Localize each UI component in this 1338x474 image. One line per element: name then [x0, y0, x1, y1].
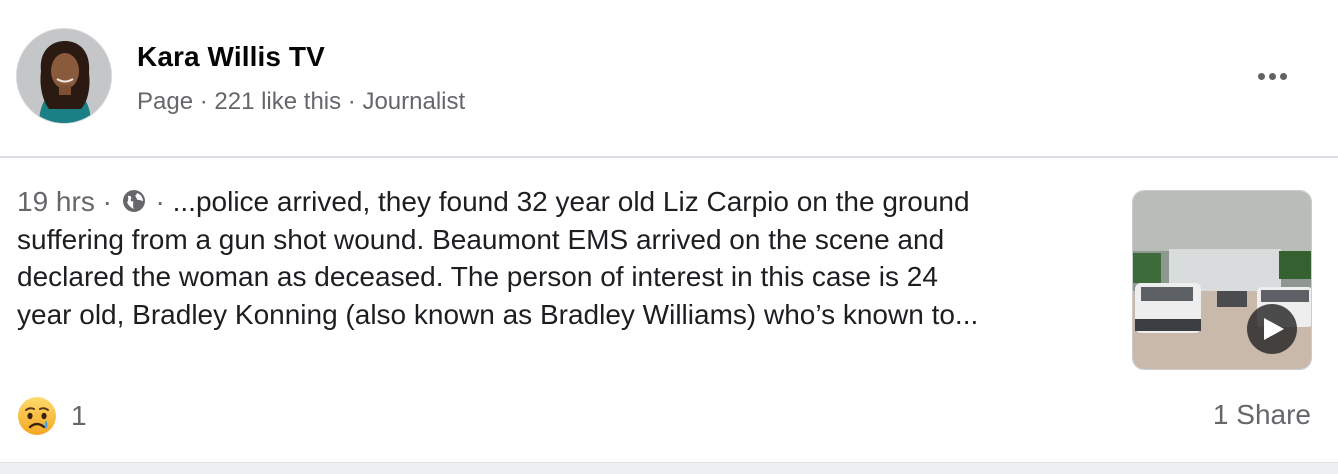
reaction-count: 1	[71, 400, 87, 431]
meta-separator: ·	[94, 186, 120, 217]
post-text-line: ...police arrived, they found 32 year ol…	[172, 186, 970, 217]
more-dot-icon	[1279, 72, 1287, 80]
post-text: 19 hrs · · ...police arrived, they found…	[17, 183, 1077, 333]
globe-icon[interactable]	[122, 189, 146, 213]
post-header: Kara Willis TV Page · 221 like this · Jo…	[0, 0, 1338, 156]
play-icon	[1264, 318, 1284, 340]
post-text-line: year old, Bradley Konning (also known as…	[17, 298, 979, 330]
video-thumbnail[interactable]	[1132, 190, 1312, 370]
divider	[0, 156, 1338, 158]
post-time[interactable]: 19 hrs	[17, 186, 95, 217]
avatar[interactable]	[16, 28, 112, 124]
card-bottom-edge	[0, 462, 1338, 474]
post-text-line: declared the woman as deceased. The pers…	[17, 261, 938, 292]
page-name[interactable]: Kara Willis TV	[137, 41, 325, 73]
page-meta: Page · 221 like this · Journalist	[137, 88, 466, 115]
avatar-image	[17, 29, 111, 123]
post-card: Kara Willis TV Page · 221 like this · Jo…	[0, 0, 1338, 474]
more-dot-icon	[1257, 72, 1265, 80]
share-count-link[interactable]: 1 Share	[1213, 399, 1311, 431]
more-options-button[interactable]	[1244, 58, 1300, 94]
sad-face-icon	[18, 397, 56, 435]
post-text-line: suffering from a gun shot wound. Beaumon…	[17, 223, 945, 255]
reactions-summary[interactable]: 1	[17, 396, 87, 436]
play-button[interactable]	[1247, 304, 1297, 354]
more-dot-icon	[1268, 72, 1276, 80]
meta-separator: ·	[147, 186, 173, 217]
